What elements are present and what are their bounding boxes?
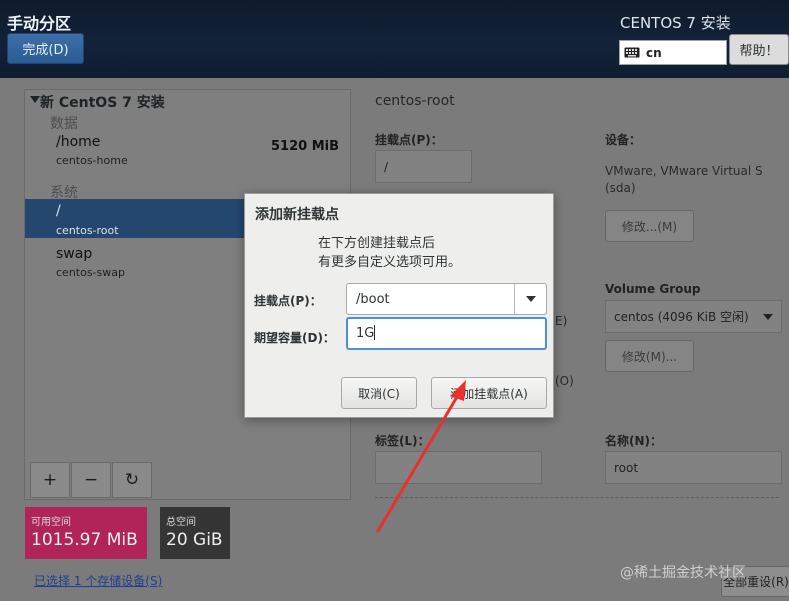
annotation-arrow-icon — [376, 380, 466, 533]
watermark-text: @稀土掘金技术社区 — [620, 565, 746, 581]
